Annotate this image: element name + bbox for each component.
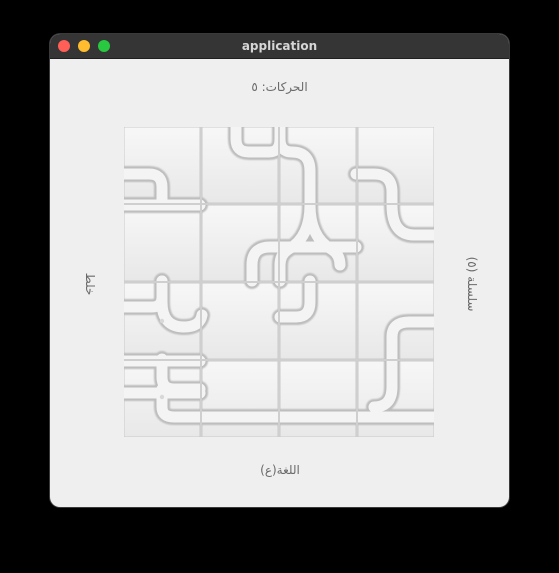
app-window: application الحركات: ٥ خلط سلسلة (٥) الل… — [50, 34, 509, 507]
moves-counter: الحركات: ٥ — [251, 80, 308, 94]
board-canvas — [124, 127, 434, 437]
tile[interactable] — [201, 360, 279, 437]
window-title: application — [241, 39, 318, 53]
language-button[interactable]: اللغة(ع) — [230, 460, 330, 480]
tile[interactable] — [201, 282, 279, 360]
tile[interactable] — [279, 360, 357, 437]
puzzle-board[interactable] — [124, 127, 434, 437]
knob-dot — [159, 394, 165, 400]
shuffle-button[interactable]: خلط — [80, 260, 100, 308]
tile[interactable] — [124, 204, 201, 282]
title-bar: application — [50, 34, 509, 59]
chain-button[interactable]: سلسلة (٥) — [462, 234, 482, 334]
knob-dot — [159, 318, 165, 324]
